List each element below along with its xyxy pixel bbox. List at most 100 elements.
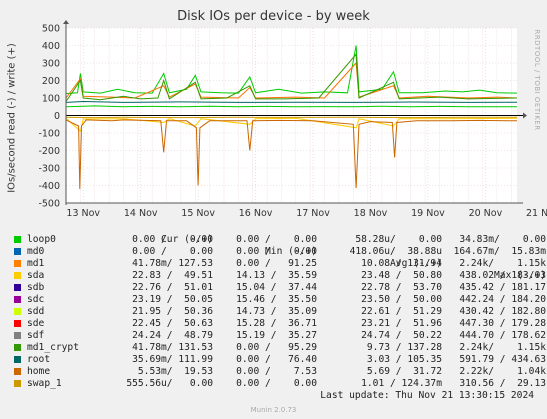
legend-avg: 23.48 / 50.80	[361, 270, 442, 281]
x-tick-label: 19 Nov	[411, 208, 445, 219]
legend-row: sdc 23.19 / 50.05 15.46 / 35.50 23.50 / 50.…	[12, 294, 546, 306]
legend-cur: 5.53m/ 19.53	[137, 366, 213, 377]
legend-cur: 22.76 / 51.01	[132, 282, 213, 293]
legend-row: root 35.69m/ 111.99 0.00 / 76.40 3.03 / 105…	[12, 354, 546, 366]
legend-max: 442.24 / 184.20	[459, 294, 546, 305]
legend-avg: 9.73 / 137.28	[366, 342, 442, 353]
legend-min: 0.00 / 7.53	[236, 366, 317, 377]
legend-min: 14.73 / 35.09	[236, 306, 317, 317]
legend-swatch	[14, 368, 21, 375]
legend-avg: 24.74 / 50.22	[361, 330, 442, 341]
x-tick-label: 15 Nov	[181, 208, 215, 219]
legend-swatch	[14, 236, 21, 243]
legend-max: 438.02 / 183.03	[459, 270, 546, 281]
legend-cur: 21.95 / 50.36	[132, 306, 213, 317]
legend-row: loop0 0.00 / 0.00 0.00 / 0.00 58.28u/ 0.00 3…	[12, 234, 546, 246]
legend-name: sdf	[27, 330, 45, 341]
legend-table: Cur (-/+) Min (-/+) Avg (-/+) Max (-/+) …	[12, 222, 546, 390]
legend-row: swap_1 555.56u/ 0.00 0.00 / 0.00 1.01 / 124…	[12, 378, 546, 390]
legend-avg: 22.78 / 53.70	[361, 282, 442, 293]
legend-row: sde 22.45 / 50.63 15.28 / 36.71 23.21 / 51.…	[12, 318, 546, 330]
legend-min: 15.28 / 36.71	[236, 318, 317, 329]
legend-swatch	[14, 332, 21, 339]
y-tick-label: 0	[54, 111, 60, 122]
legend-cur: 0.00 / 0.00	[132, 246, 213, 257]
legend-cur: 22.45 / 50.63	[132, 318, 213, 329]
legend-row: sdb 22.76 / 51.01 15.04 / 37.44 22.78 / 53.…	[12, 282, 546, 294]
legend-cur: 35.69m/ 111.99	[132, 354, 213, 365]
legend-avg: 5.69 / 31.72	[366, 366, 442, 377]
x-tick-label: 14 Nov	[124, 208, 158, 219]
legend-swatch	[14, 284, 21, 291]
legend-max: 2.22k/ 1.04k	[459, 366, 546, 377]
legend-min: 0.00 / 0.00	[236, 234, 317, 245]
legend-name: loop0	[27, 234, 56, 245]
legend-min: 0.00 / 76.40	[236, 354, 317, 365]
legend-cur: 24.24 / 48.79	[132, 330, 213, 341]
last-update: Last update: Thu Nov 21 13:30:15 2024	[320, 390, 534, 401]
legend-min: 0.00 / 0.00	[236, 378, 317, 389]
legend-name: sde	[27, 318, 45, 329]
x-tick-label: 21 Nov	[526, 208, 547, 219]
legend-rows: loop0 0.00 / 0.00 0.00 / 0.00 58.28u/ 0.00 3…	[12, 234, 546, 390]
legend-avg: 22.61 / 51.29	[361, 306, 442, 317]
legend-cur: 41.78m/ 131.53	[132, 342, 213, 353]
legend-swatch	[14, 248, 21, 255]
legend-min: 14.13 / 35.59	[236, 270, 317, 281]
legend-max: 2.24k/ 1.15k	[459, 342, 546, 353]
legend-avg: 23.50 / 50.00	[361, 294, 442, 305]
legend-cur: 23.19 / 50.05	[132, 294, 213, 305]
legend-cur: 555.56u/ 0.00	[126, 378, 213, 389]
y-tick-labels: 500 400 300 200 100 0 -100 -200 -300 -400 -500	[38, 24, 60, 210]
x-tick-label: 20 Nov	[469, 208, 503, 219]
legend-min: 0.00 / 95.29	[236, 342, 317, 353]
legend-name: md1	[27, 258, 45, 269]
legend-max: 444.70 / 178.62	[459, 330, 546, 341]
legend-avg: 3.03 / 105.35	[366, 354, 442, 365]
legend-max: 435.42 / 181.17	[459, 282, 546, 293]
legend-max: 34.83m/ 0.00	[459, 234, 546, 245]
y-tick-label: -400	[38, 181, 60, 192]
y-axis-arrow	[63, 20, 69, 24]
munin-chart: Disk IOs per device - by week IOs/second…	[0, 0, 547, 419]
legend-min: 15.19 / 35.27	[236, 330, 317, 341]
legend-row: home 5.53m/ 19.53 0.00 / 7.53 5.69 / 31.72 2…	[12, 366, 546, 378]
legend-name: sda	[27, 270, 45, 281]
legend-name: home	[27, 366, 51, 377]
legend-min: 0.00 / 91.25	[236, 258, 317, 269]
legend-cur: 22.83 / 49.51	[132, 270, 213, 281]
y-tick-label: 100	[42, 94, 60, 105]
legend-swatch	[14, 260, 21, 267]
legend-max: 310.56 / 29.13	[459, 378, 546, 389]
y-tick-label: 500	[42, 24, 60, 35]
legend-swatch	[14, 320, 21, 327]
legend-name: sdd	[27, 306, 45, 317]
munin-version: Munin 2.0.73	[250, 406, 297, 414]
legend-avg: 23.21 / 51.96	[361, 318, 442, 329]
y-tick-label: -200	[38, 146, 60, 157]
legend-min: 15.04 / 37.44	[236, 282, 317, 293]
x-tick-label: 17 Nov	[296, 208, 330, 219]
legend-header-row: Cur (-/+) Min (-/+) Avg (-/+) Max (-/+)	[12, 222, 546, 281]
legend-swatch	[14, 380, 21, 387]
legend-name: md0	[27, 246, 45, 257]
legend-name: sdb	[27, 282, 45, 293]
legend-swatch	[14, 308, 21, 315]
x-tick-labels: 13 Nov 14 Nov 15 Nov 16 Nov 17 Nov 18 Nov 19 N…	[66, 208, 547, 219]
legend-swatch	[14, 272, 21, 279]
legend-max: 164.67m/ 15.83m	[453, 246, 546, 257]
y-tick-label: -100	[38, 129, 60, 140]
y-tick-label: -500	[38, 199, 60, 210]
legend-name: sdc	[27, 294, 45, 305]
legend-name: swap_1	[27, 378, 62, 389]
y-tick-label: 300	[42, 59, 60, 70]
legend-avg: 58.28u/ 0.00	[355, 234, 442, 245]
legend-avg: 10.08 / 131.94	[361, 258, 442, 269]
x-axis-arrow	[523, 112, 527, 119]
y-tick-label: -300	[38, 164, 60, 175]
y-tick-label: 200	[42, 76, 60, 87]
x-tick-label: 18 Nov	[354, 208, 388, 219]
legend-row: md1_crypt 41.78m/ 131.53 0.00 / 95.29 9.73 …	[12, 342, 546, 354]
legend-avg: 418.06u/ 38.88u	[349, 246, 442, 257]
x-tick-label: 16 Nov	[239, 208, 273, 219]
